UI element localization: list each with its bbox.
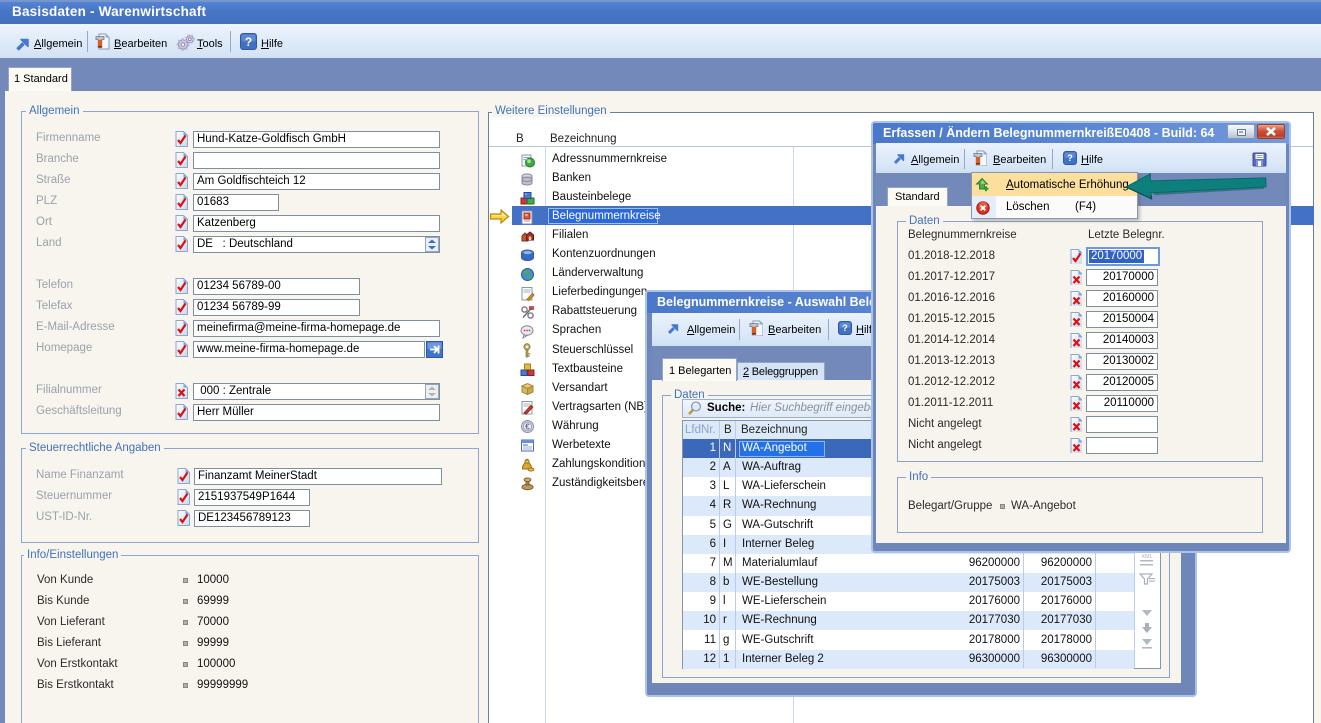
svg-text:?: ? [1067, 153, 1073, 163]
svg-text:XML: XML [1141, 554, 1152, 560]
svg-text:€: € [525, 423, 530, 432]
svg-text:?: ? [245, 35, 252, 49]
svg-text:?: ? [842, 323, 848, 333]
